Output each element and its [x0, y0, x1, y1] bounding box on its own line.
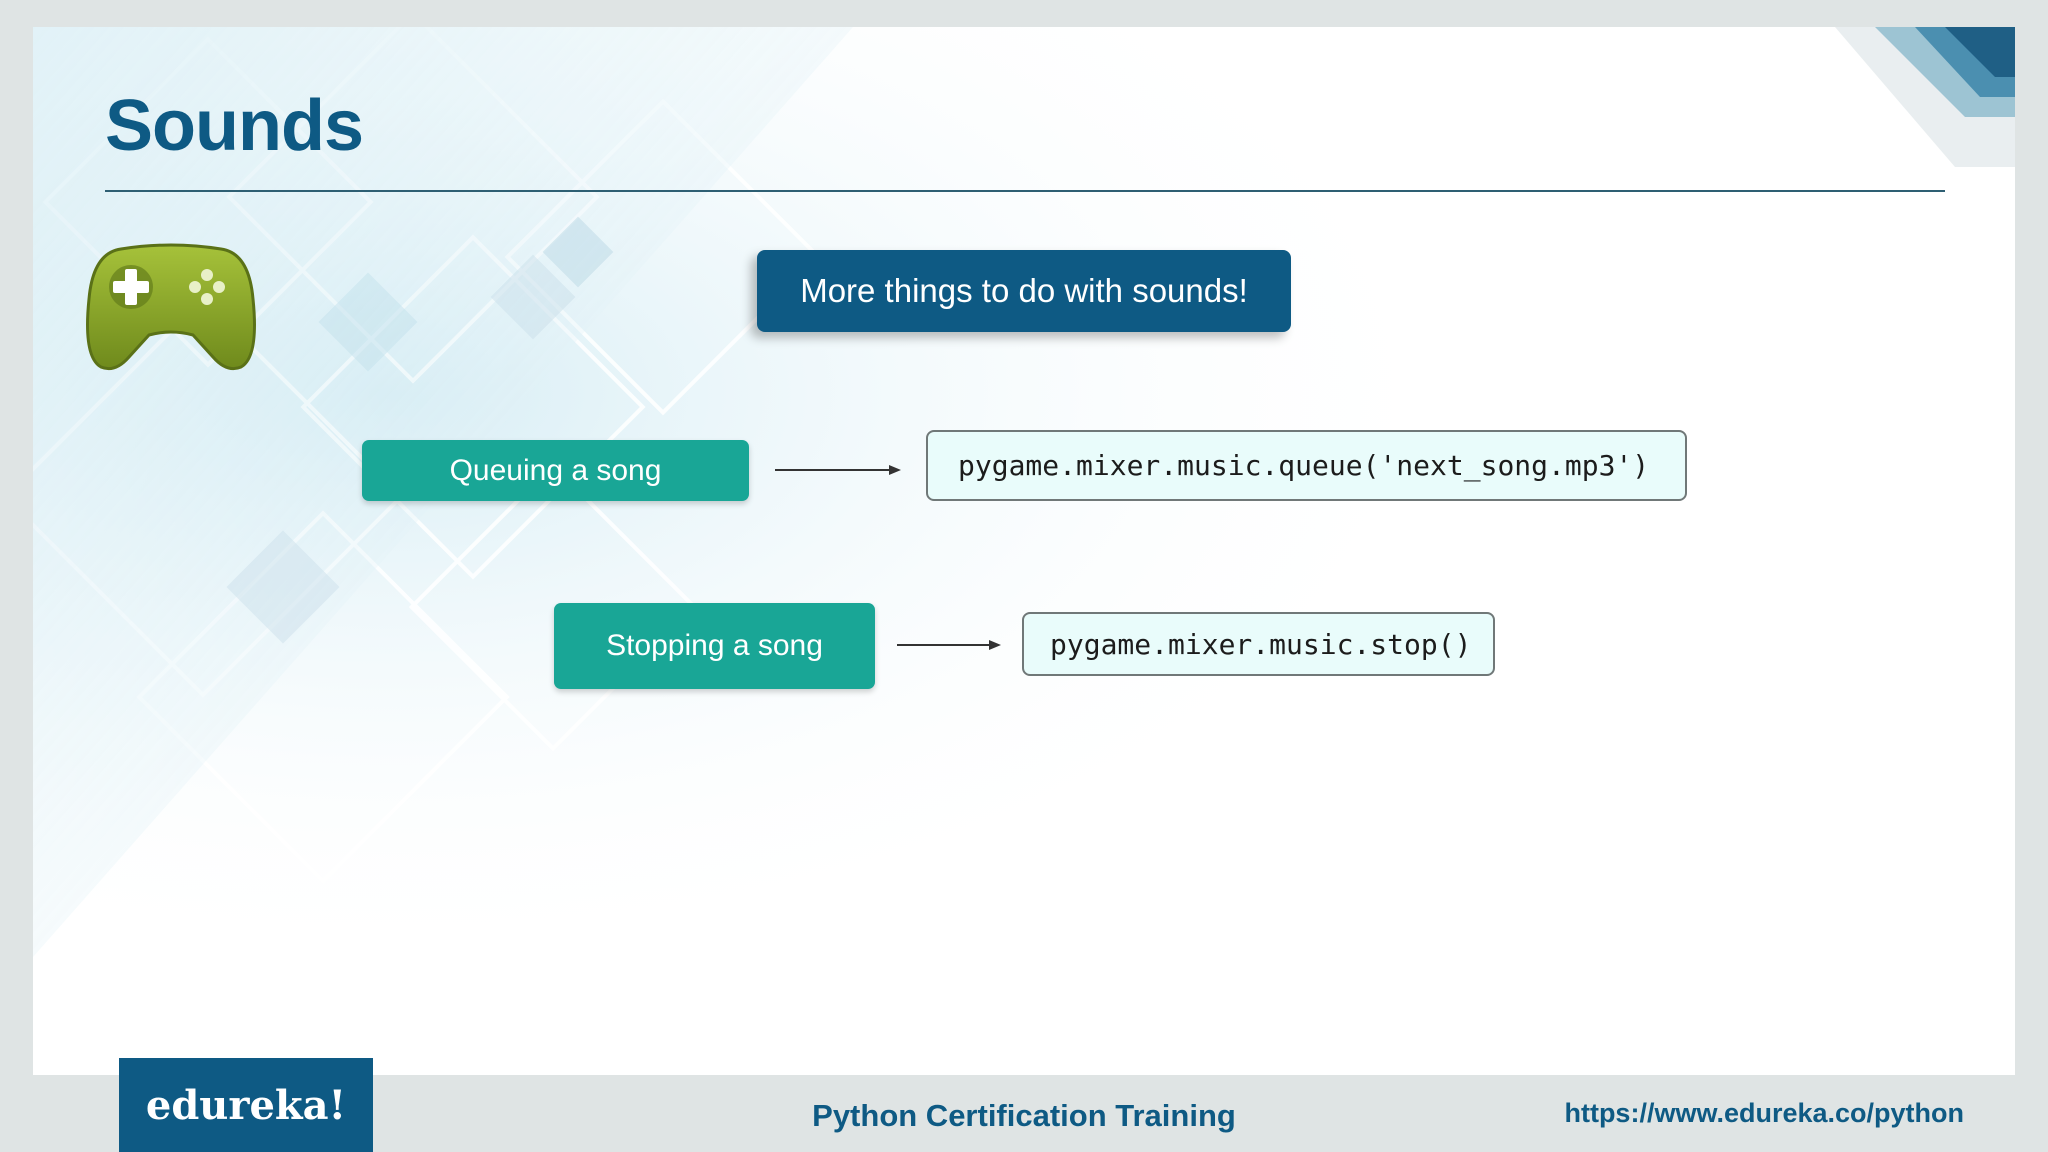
- footer-url-link[interactable]: https://www.edureka.co/python: [1564, 1098, 1964, 1129]
- arrow-right-icon: [897, 640, 1001, 650]
- corner-stripes-decoration: [1835, 27, 2015, 167]
- slide-canvas: Sounds More things to do with sounds! Qu…: [33, 27, 2015, 1075]
- title-divider: [105, 190, 1945, 192]
- topic-stopping-song: Stopping a song: [554, 603, 875, 689]
- code-snippet-stop: pygame.mixer.music.stop(): [1022, 612, 1495, 676]
- background-diamond-pattern: [33, 27, 2015, 1075]
- headline-banner: More things to do with sounds!: [757, 250, 1291, 332]
- code-snippet-queue: pygame.mixer.music.queue('next_song.mp3'…: [926, 430, 1687, 501]
- gamepad-icon: [86, 243, 256, 371]
- slide-title: Sounds: [105, 86, 364, 166]
- topic-queuing-song: Queuing a song: [362, 440, 749, 501]
- arrow-right-icon: [775, 465, 901, 475]
